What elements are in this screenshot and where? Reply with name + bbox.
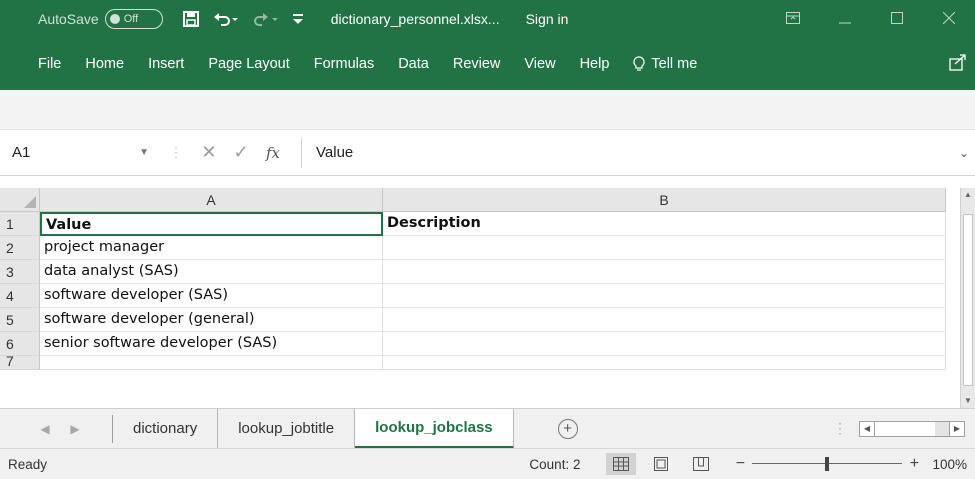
quick-access-toolbar — [182, 11, 317, 27]
row-header-1[interactable]: 1 — [0, 212, 40, 236]
formula-bar: A1 ▼ ⋮ ✕ ✓ fx Value ⌄ — [0, 130, 975, 176]
page-break-view-icon[interactable] — [686, 453, 716, 475]
cell-a5[interactable]: software developer (general) — [40, 308, 383, 332]
row-header-4[interactable]: 4 — [0, 284, 40, 308]
page-layout-view-icon[interactable] — [646, 453, 676, 475]
zoom-level[interactable]: 100% — [932, 457, 967, 472]
tell-me-label: Tell me — [651, 56, 698, 72]
row-header-6[interactable]: 6 — [0, 332, 40, 356]
tab-view[interactable]: View — [512, 56, 567, 72]
autosave-state: Off — [123, 13, 139, 25]
formula-input[interactable]: Value — [301, 137, 953, 168]
tell-me-search[interactable]: Tell me — [621, 56, 709, 72]
title-bar: AutoSave Off dictionary_personnel.xlsx..… — [0, 0, 975, 38]
save-icon[interactable] — [182, 11, 199, 27]
share-icon[interactable] — [949, 53, 967, 76]
cell-a6[interactable]: senior software developer (SAS) — [40, 332, 383, 356]
cell-b3[interactable] — [383, 260, 946, 284]
insert-function-icon[interactable]: fx — [257, 144, 289, 162]
row-header-5[interactable]: 5 — [0, 308, 40, 332]
cell-b2[interactable] — [383, 236, 946, 260]
tab-splitter-icon[interactable]: ⋮ — [833, 420, 847, 437]
add-sheet-icon[interactable]: + — [557, 418, 578, 439]
close-icon[interactable] — [923, 11, 975, 28]
vertical-scrollbar[interactable]: ▲ ▼ — [960, 188, 975, 408]
status-mode: Ready — [8, 456, 48, 472]
prev-sheet-icon[interactable]: ◀ — [30, 422, 60, 436]
scroll-left-icon[interactable]: ◀ — [859, 420, 875, 437]
horizontal-scrollbar[interactable]: ◀ ▶ — [859, 420, 965, 437]
customize-qat-icon[interactable] — [292, 13, 303, 25]
zoom-slider[interactable] — [752, 457, 903, 471]
tab-data[interactable]: Data — [386, 56, 441, 72]
ribbon-tabs: File Home Insert Page Layout Formulas Da… — [0, 38, 975, 90]
restore-ribbon-icon[interactable] — [767, 11, 819, 28]
row-header-2[interactable]: 2 — [0, 236, 40, 260]
sheet-tab-lookup-jobclass[interactable]: lookup_jobclass — [355, 408, 514, 449]
cell-b5[interactable] — [383, 308, 946, 332]
toggle-knob-icon — [109, 14, 120, 24]
lightbulb-icon — [633, 56, 645, 71]
scroll-down-icon[interactable]: ▼ — [962, 394, 974, 408]
sheet-tab-lookup-jobtitle[interactable]: lookup_jobtitle — [218, 408, 356, 449]
cell-b7[interactable] — [383, 356, 946, 370]
sign-in-link[interactable]: Sign in — [526, 11, 569, 27]
zoom-in-icon[interactable]: + — [906, 455, 922, 473]
next-sheet-icon[interactable]: ▶ — [60, 422, 90, 436]
name-box-value: A1 — [12, 144, 31, 161]
status-bar: Ready Count: 2 − + 100% — [0, 448, 975, 479]
tab-help[interactable]: Help — [568, 56, 622, 72]
tab-page-layout[interactable]: Page Layout — [196, 56, 301, 72]
cell-a1[interactable]: Value — [40, 212, 383, 236]
sheet-tabs-bar: ◀ ▶ dictionary lookup_jobtitle lookup_jo… — [0, 408, 975, 449]
cell-a4[interactable]: software developer (SAS) — [40, 284, 383, 308]
row-header-7[interactable]: 7 — [0, 356, 40, 370]
name-box[interactable]: A1 ▼ — [8, 138, 163, 168]
tab-review[interactable]: Review — [441, 56, 513, 72]
tab-home[interactable]: Home — [73, 56, 136, 72]
cell-b1[interactable]: Description — [383, 212, 946, 236]
enter-check-icon[interactable]: ✓ — [225, 142, 257, 163]
tab-insert[interactable]: Insert — [136, 56, 196, 72]
expand-formula-bar-icon[interactable]: ⌄ — [953, 146, 975, 160]
autosave-toggle[interactable]: Off — [104, 9, 163, 29]
column-header-a[interactable]: A — [40, 188, 383, 212]
status-count: Count: 2 — [529, 456, 581, 472]
row-header-3[interactable]: 3 — [0, 260, 40, 284]
scroll-up-icon[interactable]: ▲ — [962, 188, 974, 202]
cell-a3[interactable]: data analyst (SAS) — [40, 260, 383, 284]
zoom-control: − + — [732, 455, 922, 473]
normal-view-icon[interactable] — [606, 453, 637, 475]
horizontal-scroll-track[interactable] — [935, 420, 949, 437]
autosave-label: AutoSave — [38, 11, 99, 27]
select-all-button[interactable] — [0, 188, 40, 212]
worksheet-grid: A B 1 2 3 4 5 6 7 Value Description proj… — [0, 188, 960, 408]
maximize-icon[interactable] — [871, 11, 923, 28]
autosave: AutoSave Off — [38, 9, 163, 29]
cancel-icon[interactable]: ✕ — [193, 142, 225, 163]
document-title: dictionary_personnel.xlsx... — [330, 11, 500, 27]
scroll-thumb[interactable] — [963, 214, 973, 386]
scroll-right-icon[interactable]: ▶ — [949, 420, 965, 437]
vertical-dots-icon: ⋮ — [169, 144, 183, 160]
cell-b6[interactable] — [383, 332, 946, 356]
column-header-b[interactable]: B — [383, 188, 946, 212]
tab-file[interactable]: File — [26, 56, 73, 72]
minimize-icon[interactable] — [819, 11, 871, 28]
undo-icon[interactable] — [213, 11, 239, 27]
zoom-slider-knob[interactable] — [825, 457, 830, 471]
formula-value: Value — [316, 144, 354, 161]
cell-b4[interactable] — [383, 284, 946, 308]
cell-a2[interactable]: project manager — [40, 236, 383, 260]
zoom-out-icon[interactable]: − — [732, 455, 748, 473]
redo-icon[interactable] — [253, 11, 279, 27]
window-controls — [767, 11, 975, 28]
chevron-down-icon[interactable]: ▼ — [139, 147, 149, 158]
horizontal-scroll-thumb[interactable] — [875, 420, 935, 437]
cell-a7[interactable] — [40, 356, 383, 370]
ribbon-collapsed-area — [0, 90, 975, 130]
tab-formulas[interactable]: Formulas — [302, 56, 386, 72]
sheet-tab-dictionary[interactable]: dictionary — [113, 408, 219, 449]
